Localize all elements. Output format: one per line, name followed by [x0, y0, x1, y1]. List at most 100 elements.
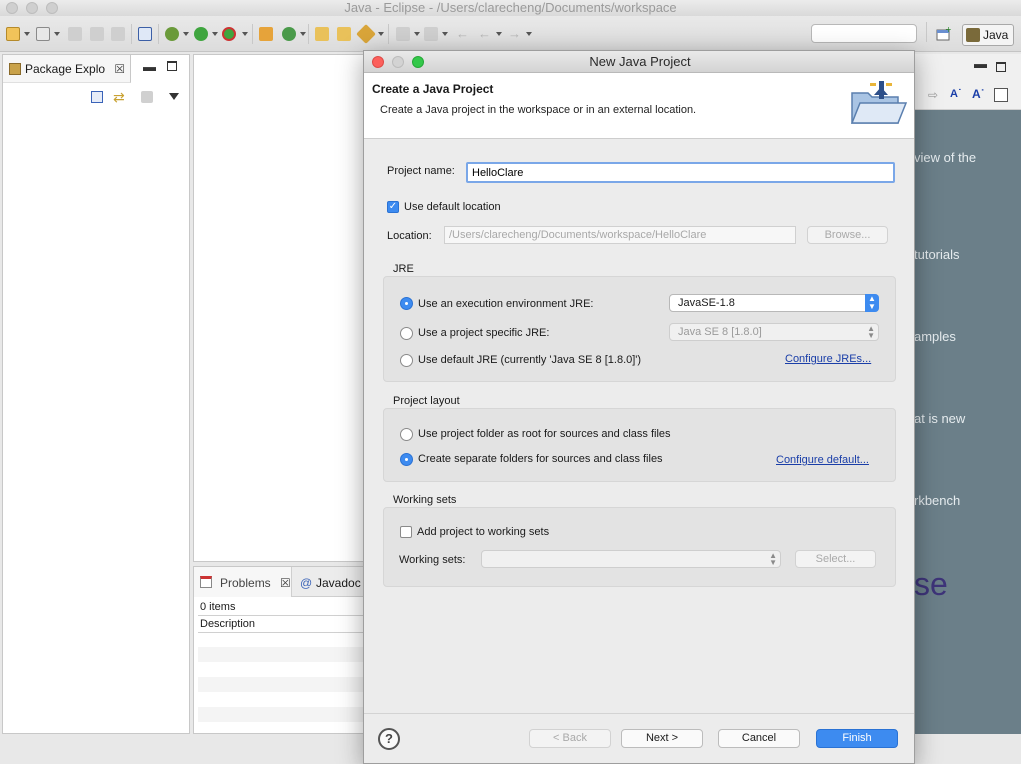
print-icon[interactable] [111, 27, 125, 41]
chevron-down-icon[interactable] [54, 32, 60, 36]
jre-env-radio[interactable] [400, 297, 413, 310]
welcome-item-overview[interactable]: view of the [914, 150, 976, 165]
welcome-item-tutorials[interactable]: tutorials [914, 247, 960, 262]
run-external-tools-icon[interactable] [222, 27, 236, 41]
window-close-button[interactable] [6, 2, 18, 14]
window-zoom-button[interactable] [46, 2, 58, 14]
package-explorer-panel: Package Explo ☒ ▬ ⇄ [2, 54, 190, 734]
help-icon[interactable]: ? [378, 728, 400, 750]
chevron-down-icon[interactable] [212, 32, 218, 36]
view-menu-icon[interactable] [169, 93, 179, 100]
new-file-icon[interactable] [36, 27, 50, 41]
maximize-icon[interactable] [996, 62, 1006, 72]
run-icon[interactable] [194, 27, 208, 41]
toolbar-separator [308, 24, 309, 44]
specific-jre-select[interactable]: Java SE 8 [1.8.0] ▲ ▼ [669, 323, 879, 341]
dialog-zoom-button[interactable] [412, 56, 424, 68]
use-default-location-checkbox[interactable]: ✓ [387, 201, 399, 213]
open-task-icon[interactable] [337, 27, 351, 41]
close-icon[interactable]: ☒ [114, 62, 125, 76]
dialog-titlebar: New Java Project [364, 51, 914, 73]
java-perspective-button[interactable]: Java [962, 24, 1014, 46]
working-sets-select[interactable]: ▲ ▼ [481, 550, 781, 568]
minimize-icon[interactable]: ▬ [143, 59, 156, 74]
project-name-input[interactable] [466, 162, 895, 183]
java-project-folder-icon [846, 79, 908, 129]
configure-jres-link[interactable]: Configure JREs... [785, 353, 871, 365]
chevron-down-icon[interactable] [183, 32, 189, 36]
save-icon[interactable] [68, 27, 82, 41]
previous-annotation-icon[interactable] [424, 27, 438, 41]
location-input[interactable] [444, 226, 796, 244]
forward-icon[interactable]: ⇨ [928, 88, 938, 102]
select-working-sets-button[interactable]: Select... [795, 550, 876, 568]
debug-icon[interactable] [165, 27, 179, 41]
new-icon[interactable] [6, 27, 20, 41]
tab-package-explorer[interactable]: Package Explo ☒ [3, 55, 131, 83]
header-title: Create a Java Project [372, 82, 494, 96]
search-icon[interactable] [356, 24, 376, 44]
skip-breakpoints-icon[interactable] [138, 27, 152, 41]
customize-page-icon[interactable] [994, 88, 1008, 102]
next-annotation-icon[interactable] [396, 27, 410, 41]
welcome-item-samples[interactable]: amples [914, 329, 956, 344]
layout-root-radio[interactable] [400, 428, 413, 441]
tab-javadoc[interactable]: @ Javadoc [294, 567, 361, 597]
jre-group-title: JRE [393, 263, 414, 275]
open-perspective-icon[interactable]: + [935, 25, 953, 42]
chevron-down-icon[interactable] [414, 32, 420, 36]
window-minimize-button[interactable] [26, 2, 38, 14]
chevron-down-icon[interactable] [378, 32, 384, 36]
add-to-working-sets-checkbox[interactable] [400, 526, 412, 538]
open-type-icon[interactable] [315, 27, 329, 41]
welcome-item-whats-new[interactable]: at is new [914, 411, 965, 426]
chevron-down-icon[interactable] [242, 32, 248, 36]
welcome-view: view of the tutorials amples at is new r… [914, 110, 1021, 734]
link-with-editor-icon[interactable]: ⇄ [113, 89, 125, 106]
tab-problems[interactable]: Problems ☒ [194, 567, 292, 597]
description-column-header[interactable]: Description [198, 615, 366, 633]
chevron-down-icon[interactable] [442, 32, 448, 36]
layout-group-title: Project layout [393, 395, 460, 407]
back-icon[interactable]: ← [478, 26, 491, 41]
increase-font-icon[interactable]: A˙ [972, 87, 985, 101]
dialog-header: Create a Java Project Create a Java proj… [364, 73, 914, 139]
collapse-all-icon[interactable] [91, 91, 103, 103]
chevron-updown-icon: ▲ ▼ [867, 324, 875, 340]
next-button[interactable]: Next > [621, 729, 703, 748]
execution-environment-select[interactable]: JavaSE-1.8 ▲ ▼ [669, 294, 879, 312]
last-edit-icon[interactable]: ← [456, 26, 469, 41]
new-java-class-icon[interactable] [282, 27, 296, 41]
new-java-project-dialog: New Java Project Create a Java Project C… [363, 50, 915, 764]
focus-icon[interactable] [141, 91, 153, 103]
jre-default-radio[interactable] [400, 354, 413, 367]
quick-access-input[interactable] [811, 24, 917, 43]
maximize-icon[interactable] [167, 61, 177, 71]
welcome-item-workbench[interactable]: rkbench [914, 493, 960, 508]
eclipse-logo: se [914, 566, 948, 602]
browse-button[interactable]: Browse... [807, 226, 888, 244]
chevron-down-icon[interactable] [24, 32, 30, 36]
chevron-down-icon[interactable] [526, 32, 532, 36]
configure-default-link[interactable]: Configure default... [776, 454, 869, 466]
decrease-font-icon[interactable]: A˙ [950, 88, 962, 100]
back-button[interactable]: < Back [529, 729, 611, 748]
dialog-close-button[interactable] [372, 56, 384, 68]
table-row [198, 647, 366, 662]
cancel-button[interactable]: Cancel [718, 729, 800, 748]
jre-specific-radio[interactable] [400, 327, 413, 340]
forward-icon[interactable]: → [508, 26, 521, 41]
chevron-down-icon[interactable] [300, 32, 306, 36]
chevron-down-icon[interactable] [496, 32, 502, 36]
layout-separate-radio[interactable] [400, 453, 413, 466]
minimize-icon[interactable]: ▬ [974, 56, 987, 71]
chevron-updown-icon: ▲ ▼ [865, 294, 879, 312]
close-icon[interactable]: ☒ [280, 576, 291, 590]
jre-env-label: Use an execution environment JRE: [418, 298, 594, 310]
dialog-minimize-button[interactable] [392, 56, 404, 68]
new-java-package-icon[interactable] [259, 27, 273, 41]
problems-tab-bar: Problems ☒ @ Javadoc [194, 567, 366, 597]
finish-button[interactable]: Finish [816, 729, 898, 748]
save-all-icon[interactable] [90, 27, 104, 41]
working-sets-group-title: Working sets [393, 494, 457, 506]
